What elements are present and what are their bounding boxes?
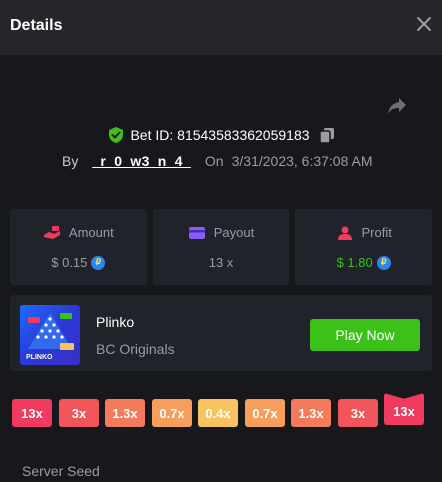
game-name: Plinko (96, 314, 135, 330)
bet-stats: Amount $ 0.15 ₽ Payout 13 x Profit $ 1.8… (10, 209, 433, 285)
payout-card: Payout 13 x (152, 209, 290, 285)
multiplier-slot: 0.7x (152, 399, 192, 427)
payout-label: Payout (213, 225, 255, 240)
multiplier-slot: 0.7x (245, 399, 285, 427)
bet-id-row: Bet ID: 81543583362059183 (0, 127, 442, 143)
multiplier-slot: 1.3x (105, 399, 145, 427)
payout-value: 13 x (208, 255, 234, 270)
details-body: Bet ID: 81543583362059183 By _r_0_w3_n_4… (0, 55, 442, 482)
share-icon[interactable] (387, 97, 407, 115)
amount-card: Amount $ 0.15 ₽ (10, 209, 147, 285)
profit-card: Profit $ 1.80 ₽ (295, 209, 433, 285)
profit-value: $ 1.80 (336, 255, 373, 270)
by-label: By (62, 153, 79, 169)
amount-value: $ 0.15 (51, 255, 88, 270)
on-label: On (204, 153, 224, 169)
profit-person-icon (337, 226, 352, 240)
bet-id-text: Bet ID: 81543583362059183 (130, 127, 310, 143)
plinko-thumbnail[interactable]: PLINKO (20, 305, 80, 365)
verified-shield-icon (109, 127, 124, 143)
multiplier-slot: 13x (12, 399, 52, 427)
multiplier-slot: 3x (59, 399, 99, 427)
profit-label: Profit (361, 225, 392, 240)
bet-date: 3/31/2023, 6:37:08 AM (231, 153, 373, 169)
bet-author-row: By _r_0_w3_n_4_ On 3/31/2023, 6:37:08 AM (62, 153, 373, 169)
card-icon (188, 226, 205, 239)
thumb-text: PLINKO (26, 354, 53, 361)
wallet-hand-icon (43, 225, 60, 239)
close-icon[interactable] (416, 16, 432, 32)
multiplier-slot: 13x (384, 393, 424, 425)
multiplier-slot: 1.3x (291, 399, 331, 427)
copy-icon[interactable] (319, 127, 334, 143)
game-provider: BC Originals (96, 341, 175, 357)
multiplier-slots: 13x 3x 1.3x 0.7x 0.4x 0.7x 1.3x 3x 13x (12, 393, 432, 439)
username-link[interactable]: _r_0_w3_n_4_ (92, 153, 191, 169)
coin-icon: ₽ (376, 255, 391, 270)
play-now-button[interactable]: Play Now (310, 319, 420, 351)
multiplier-slot: 3x (338, 399, 378, 427)
game-card: PLINKO Plinko BC Originals Play Now (10, 295, 432, 371)
multiplier-slot: 0.4x (198, 399, 238, 427)
server-seed-label: Server Seed (22, 463, 100, 479)
coin-icon: ₽ (91, 255, 106, 270)
details-header: Details (0, 0, 442, 55)
amount-label: Amount (68, 225, 114, 240)
page-title: Details (10, 17, 63, 34)
plinko-pegs-icon: PLINKO (26, 313, 74, 361)
